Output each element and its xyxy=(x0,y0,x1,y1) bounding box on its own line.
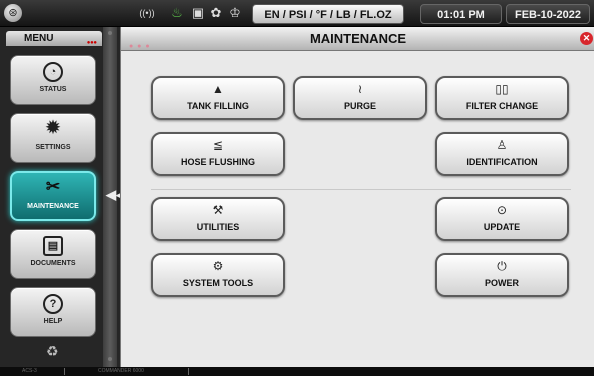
maintenance-panel: ● ● ● MAINTENANCE ✕ ▲ TANK FILLING ≀ PUR… xyxy=(120,27,594,367)
splitter-grip xyxy=(108,357,112,361)
units-selector[interactable]: EN / PSI / °F / LB / FL.OZ xyxy=(252,4,404,24)
menu-item-status[interactable]: ◔ STATUS xyxy=(10,55,96,105)
system-tools-icon: ⚙ xyxy=(212,259,224,273)
update-button[interactable]: ⊙ UPDATE xyxy=(435,197,569,241)
system-tools-button[interactable]: ⚙ SYSTEM TOOLS xyxy=(151,253,285,297)
update-icon: ⊙ xyxy=(496,203,508,217)
person-icon: ♔ xyxy=(229,5,241,20)
menu-item-label: STATUS xyxy=(39,86,67,93)
wifi-icon: ((•)) xyxy=(139,8,155,18)
app-screen: ⊛ ((•)) ♨ ▣ ✿ ♔ EN / PSI / °F / LB / FL.… xyxy=(0,0,594,376)
footer-divider xyxy=(64,368,65,375)
version-label: ACS-3 xyxy=(22,368,37,374)
date-display: FEB-10-2022 xyxy=(506,4,590,24)
side-menu: MENU ● ● ● ◔ STATUS ✹ SETTINGS ✂ MAINTEN… xyxy=(0,27,120,367)
filter-change-button[interactable]: ▯▯ FILTER CHANGE xyxy=(435,76,569,120)
menu-item-label: MAINTENANCE xyxy=(27,203,79,210)
gauge-icon: ◔ xyxy=(43,62,63,82)
logo-icon[interactable]: ⊛ xyxy=(4,4,22,22)
action-label: UPDATE xyxy=(483,222,521,232)
tank-icon: ▲ xyxy=(212,82,224,96)
divider xyxy=(151,189,571,190)
hose-flushing-button[interactable]: ≦ HOSE FLUSHING xyxy=(151,132,285,176)
pump-icon: ♨ xyxy=(171,5,183,20)
menu-item-label: HELP xyxy=(43,318,63,325)
recycle-icon[interactable]: ♻ xyxy=(46,343,59,360)
identification-button[interactable]: ♙ IDENTIFICATION xyxy=(435,132,569,176)
action-label: POWER xyxy=(484,278,519,288)
utilities-icon: ⚒ xyxy=(212,203,224,217)
hose-icon: ≦ xyxy=(212,138,224,152)
menu-item-label: SETTINGS xyxy=(35,144,71,151)
menu-window-dots: ● ● ● xyxy=(86,40,97,46)
action-label: IDENTIFICATION xyxy=(466,157,538,167)
clipboard-icon: ▣ xyxy=(191,5,205,20)
purge-icon: ≀ xyxy=(357,82,363,96)
clock-display: 01:01 PM xyxy=(420,4,502,24)
footer-bar: ACS-3 COMMANDER 6000 xyxy=(0,367,594,376)
status-bar: ⊛ ((•)) ♨ ▣ ✿ ♔ EN / PSI / °F / LB / FL.… xyxy=(0,0,594,27)
action-label: SYSTEM TOOLS xyxy=(182,278,254,288)
document-icon: ▤ xyxy=(43,236,63,256)
action-label: UTILITIES xyxy=(196,222,240,232)
menu-item-documents[interactable]: ▤ DOCUMENTS xyxy=(10,229,96,279)
tank-filling-button[interactable]: ▲ TANK FILLING xyxy=(151,76,285,120)
gear-drop-icon: ✿ xyxy=(210,5,222,20)
purge-button[interactable]: ≀ PURGE xyxy=(293,76,427,120)
action-label: HOSE FLUSHING xyxy=(180,157,255,167)
microscope-icon: ♙ xyxy=(496,138,508,152)
menu-item-help[interactable]: ? HELP xyxy=(10,287,96,337)
footer-divider xyxy=(188,368,189,375)
filter-icon: ▯▯ xyxy=(495,82,509,96)
utilities-button[interactable]: ⚒ UTILITIES xyxy=(151,197,285,241)
question-icon: ? xyxy=(43,294,63,314)
tools-icon: ✂ xyxy=(45,177,61,196)
model-label: COMMANDER 6000 xyxy=(98,368,144,374)
power-icon: ⏻ xyxy=(497,259,507,273)
power-button[interactable]: ⏻ POWER xyxy=(435,253,569,297)
action-label: TANK FILLING xyxy=(187,101,249,111)
menu-item-label: DOCUMENTS xyxy=(30,260,76,267)
panel-header: ● ● ● MAINTENANCE ✕ xyxy=(121,27,594,51)
panel-window-dots: ● ● ● xyxy=(129,43,151,50)
splitter-grip xyxy=(108,31,112,35)
panel-title: MAINTENANCE xyxy=(309,31,407,46)
close-button[interactable]: ✕ xyxy=(580,32,593,45)
action-label: FILTER CHANGE xyxy=(465,101,539,111)
menu-item-settings[interactable]: ✹ SETTINGS xyxy=(10,113,96,163)
gear-icon: ✹ xyxy=(45,118,61,137)
menu-title: MENU ● ● ● xyxy=(6,31,102,46)
action-label: PURGE xyxy=(343,101,376,111)
menu-item-maintenance[interactable]: ✂ MAINTENANCE xyxy=(10,171,96,221)
